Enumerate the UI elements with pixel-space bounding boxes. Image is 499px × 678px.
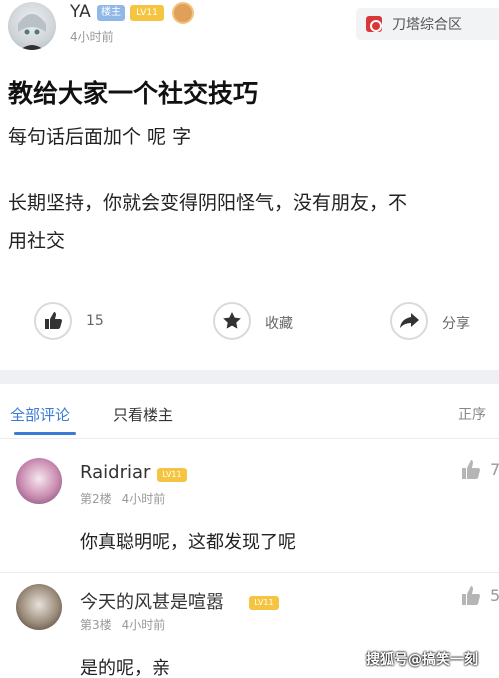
comment-meta: 第3楼 4小时前	[80, 616, 165, 633]
commenter-name[interactable]: 今天的风甚是喧嚣	[80, 588, 224, 614]
level-badge: LV11	[157, 468, 187, 482]
thumbs-up-icon	[460, 584, 484, 613]
comment-like-count: 5	[490, 586, 499, 605]
author-name[interactable]: YA	[70, 2, 91, 22]
sort-toggle[interactable]: 正序	[458, 404, 486, 424]
author-avatar[interactable]	[8, 2, 56, 50]
active-tab-indicator	[14, 432, 76, 435]
tab-owner-only[interactable]: 只看楼主	[113, 404, 173, 425]
comment-like-count: 7	[490, 460, 499, 479]
star-icon	[213, 302, 251, 340]
commenter-avatar[interactable]	[16, 584, 62, 630]
share-label: 分享	[442, 316, 470, 332]
section-divider	[0, 370, 499, 384]
comment-text: 你真聪明呢，这都发现了呢	[80, 532, 296, 553]
tab-divider	[0, 438, 499, 439]
favorite-button[interactable]: 收藏	[213, 302, 333, 342]
medal-icon	[172, 2, 194, 24]
comment-meta: 第2楼 4小时前	[80, 490, 165, 507]
forum-name: 刀塔综合区	[392, 17, 462, 33]
commenter-name[interactable]: Raidriar	[80, 462, 150, 483]
share-button[interactable]: 分享	[390, 302, 490, 342]
comment-divider	[0, 572, 499, 573]
post-time: 4小时前	[70, 30, 114, 44]
comment-time: 4小时前	[121, 618, 166, 632]
tab-all-comments[interactable]: 全部评论	[10, 404, 70, 425]
floor-number: 第2楼	[80, 492, 112, 506]
comment-item: Raidriar LV11 第2楼 4小时前 你真聪明呢，这都发现了呢 7	[0, 450, 499, 568]
comment-like-button[interactable]: 5	[460, 584, 499, 610]
post-header: YA 楼主 LV11 4小时前 刀塔综合区	[0, 0, 499, 54]
comment-like-button[interactable]: 7	[460, 458, 499, 484]
post-text-line: 每句话后面加个 呢 字	[8, 126, 192, 148]
commenter-avatar[interactable]	[16, 458, 62, 504]
like-count: 15	[86, 313, 104, 329]
like-button[interactable]: 15	[34, 302, 144, 342]
post-title: 教给大家一个社交技巧	[8, 79, 259, 108]
level-badge: LV11	[130, 5, 164, 21]
louzhu-badge: 楼主	[97, 5, 125, 21]
floor-number: 第3楼	[80, 618, 112, 632]
dota-icon	[366, 16, 382, 32]
comment-time: 4小时前	[121, 492, 166, 506]
watermark: 搜狐号@搞笑一刻	[366, 652, 478, 668]
comment-text: 是的呢，亲	[80, 658, 170, 678]
post-text-line: 长期坚持，你就会变得阴阳怪气，没有朋友，不	[8, 192, 408, 214]
favorite-label: 收藏	[265, 316, 293, 332]
thumbs-up-icon	[34, 302, 72, 340]
share-arrow-icon	[390, 302, 428, 340]
post-text-line: 用社交	[8, 230, 66, 252]
forum-tag[interactable]: 刀塔综合区	[356, 8, 499, 40]
level-badge: LV11	[249, 596, 279, 610]
thumbs-up-icon	[460, 458, 484, 487]
